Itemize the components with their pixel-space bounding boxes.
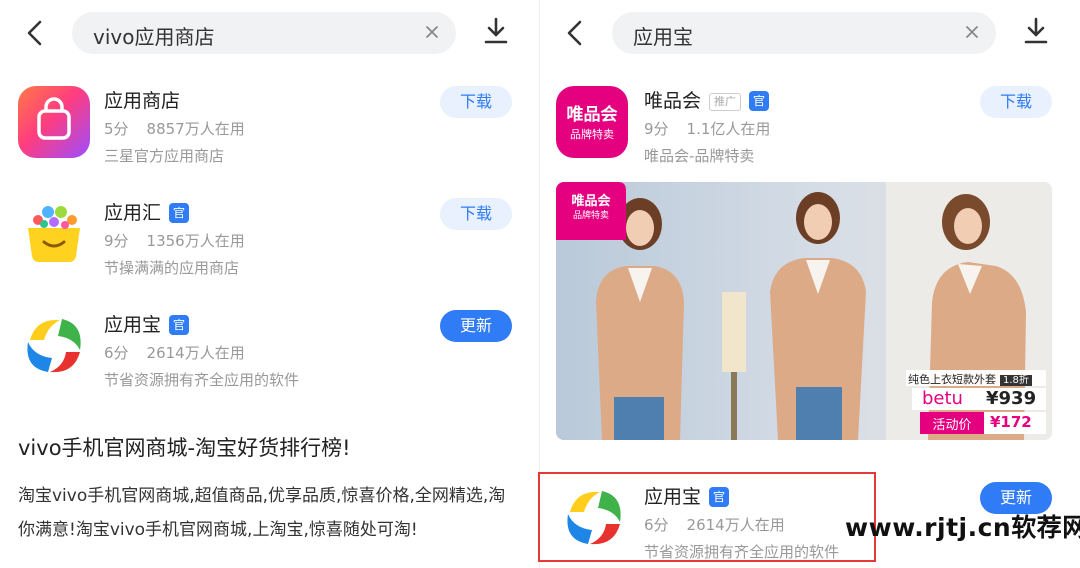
- app-desc: 唯品会-品牌特卖: [644, 147, 755, 165]
- update-button[interactable]: 更新: [440, 310, 512, 342]
- official-badge: 官: [169, 315, 190, 335]
- app-rating: 9分: [104, 232, 129, 250]
- back-arrow-icon[interactable]: [20, 16, 50, 50]
- banner-image: [556, 182, 1052, 440]
- search-input[interactable]: vivo应用商店: [72, 12, 456, 54]
- download-manager-icon[interactable]: [1022, 16, 1050, 46]
- watermark: www.rjtj.cn软荐网: [845, 513, 1080, 542]
- product-title: 纯色上衣短款外套 1.8折: [908, 371, 1032, 387]
- download-button[interactable]: 下载: [440, 198, 512, 230]
- search-query-text: 应用宝: [633, 25, 693, 49]
- brand-name: betu: [922, 388, 963, 409]
- search-input[interactable]: 应用宝: [612, 12, 996, 54]
- app-name: 应用汇官: [104, 198, 190, 225]
- samsung-store-icon: [18, 86, 90, 158]
- clear-icon[interactable]: [962, 22, 982, 42]
- vipshop-icon: 唯品会 品牌特卖: [556, 86, 628, 158]
- sponsored-app-item[interactable]: 唯品会 品牌特卖 唯品会 推广官 9分 1.1亿人在用 唯品会-品牌特卖 下载: [540, 86, 1080, 186]
- app-name: 应用宝官: [104, 310, 190, 337]
- yingyongbao-icon: [18, 310, 90, 382]
- app-list-item[interactable]: 应用商店 5分 8857万人在用 三星官方应用商店 下载: [0, 86, 540, 186]
- app-rating: 5分: [104, 120, 129, 138]
- promo-label: 活动价: [932, 418, 972, 433]
- ad-banner[interactable]: 唯品会 品牌特卖 纯色上衣短款外套 1.8折 betu ¥939 活动价 ¥172: [556, 182, 1052, 440]
- app-rating: 6分: [104, 344, 129, 362]
- download-button[interactable]: 下载: [440, 86, 512, 118]
- app-users: 2614万人在用: [146, 344, 245, 362]
- download-manager-icon[interactable]: [482, 16, 510, 46]
- clear-icon[interactable]: [422, 22, 442, 42]
- article-body: 淘宝vivo手机官网商城,超值商品,优享品质,惊喜价格,全网精选,淘你满意!淘宝…: [18, 486, 506, 540]
- official-badge: 官: [169, 203, 190, 223]
- search-query-text: vivo应用商店: [93, 25, 215, 49]
- back-arrow-icon[interactable]: [560, 16, 590, 50]
- app-meta: 9分 1356万人在用: [104, 230, 245, 251]
- app-meta: 9分 1.1亿人在用: [644, 118, 770, 139]
- app-users: 1356万人在用: [146, 232, 245, 250]
- article-title[interactable]: vivo手机官网商城-淘宝好货排行榜!: [18, 432, 518, 462]
- app-meta: 6分 2614万人在用: [104, 342, 245, 363]
- left-screen: vivo应用商店 应用商店 5分 8857万人在用 三星官方应用商店 下载 应用汇…: [0, 0, 540, 568]
- highlight-box: [538, 472, 876, 562]
- official-badge: 官: [749, 91, 770, 111]
- app-name: 唯品会 推广官: [644, 86, 770, 113]
- original-price: ¥939: [986, 388, 1037, 409]
- app-list-item[interactable]: 应用汇官 9分 1356万人在用 节操满满的应用商店 下载: [0, 198, 540, 298]
- ad-badge: 推广: [709, 93, 742, 111]
- discount-tag: 1.8折: [1000, 375, 1032, 386]
- app-desc: 节省资源拥有齐全应用的软件: [104, 371, 300, 389]
- yingyonghui-icon: [18, 198, 90, 270]
- search-bar-area: vivo应用商店: [0, 10, 540, 56]
- banner-logo-subtext: 品牌特卖: [572, 211, 609, 221]
- app-name: 应用商店: [104, 90, 181, 112]
- banner-logo-text: 唯品会: [571, 194, 611, 209]
- app-users: 1.1亿人在用: [686, 120, 771, 138]
- app-list-item[interactable]: 应用宝官 6分 2614万人在用 节省资源拥有齐全应用的软件 更新: [0, 310, 540, 410]
- app-rating: 9分: [644, 120, 669, 138]
- search-bar-area: 应用宝: [540, 10, 1080, 56]
- icon-text: 唯品会: [566, 105, 618, 125]
- ad-article[interactable]: vivo手机官网商城-淘宝好货排行榜! 淘宝vivo手机官网商城,超值商品,优享…: [18, 432, 518, 547]
- download-button[interactable]: 下载: [980, 86, 1052, 118]
- app-users: 8857万人在用: [146, 120, 245, 138]
- promo-price: ¥172: [990, 413, 1032, 431]
- icon-subtext: 品牌特卖: [570, 128, 614, 141]
- app-meta: 5分 8857万人在用: [104, 118, 245, 139]
- app-desc: 三星官方应用商店: [104, 147, 225, 165]
- app-desc: 节操满满的应用商店: [104, 259, 240, 277]
